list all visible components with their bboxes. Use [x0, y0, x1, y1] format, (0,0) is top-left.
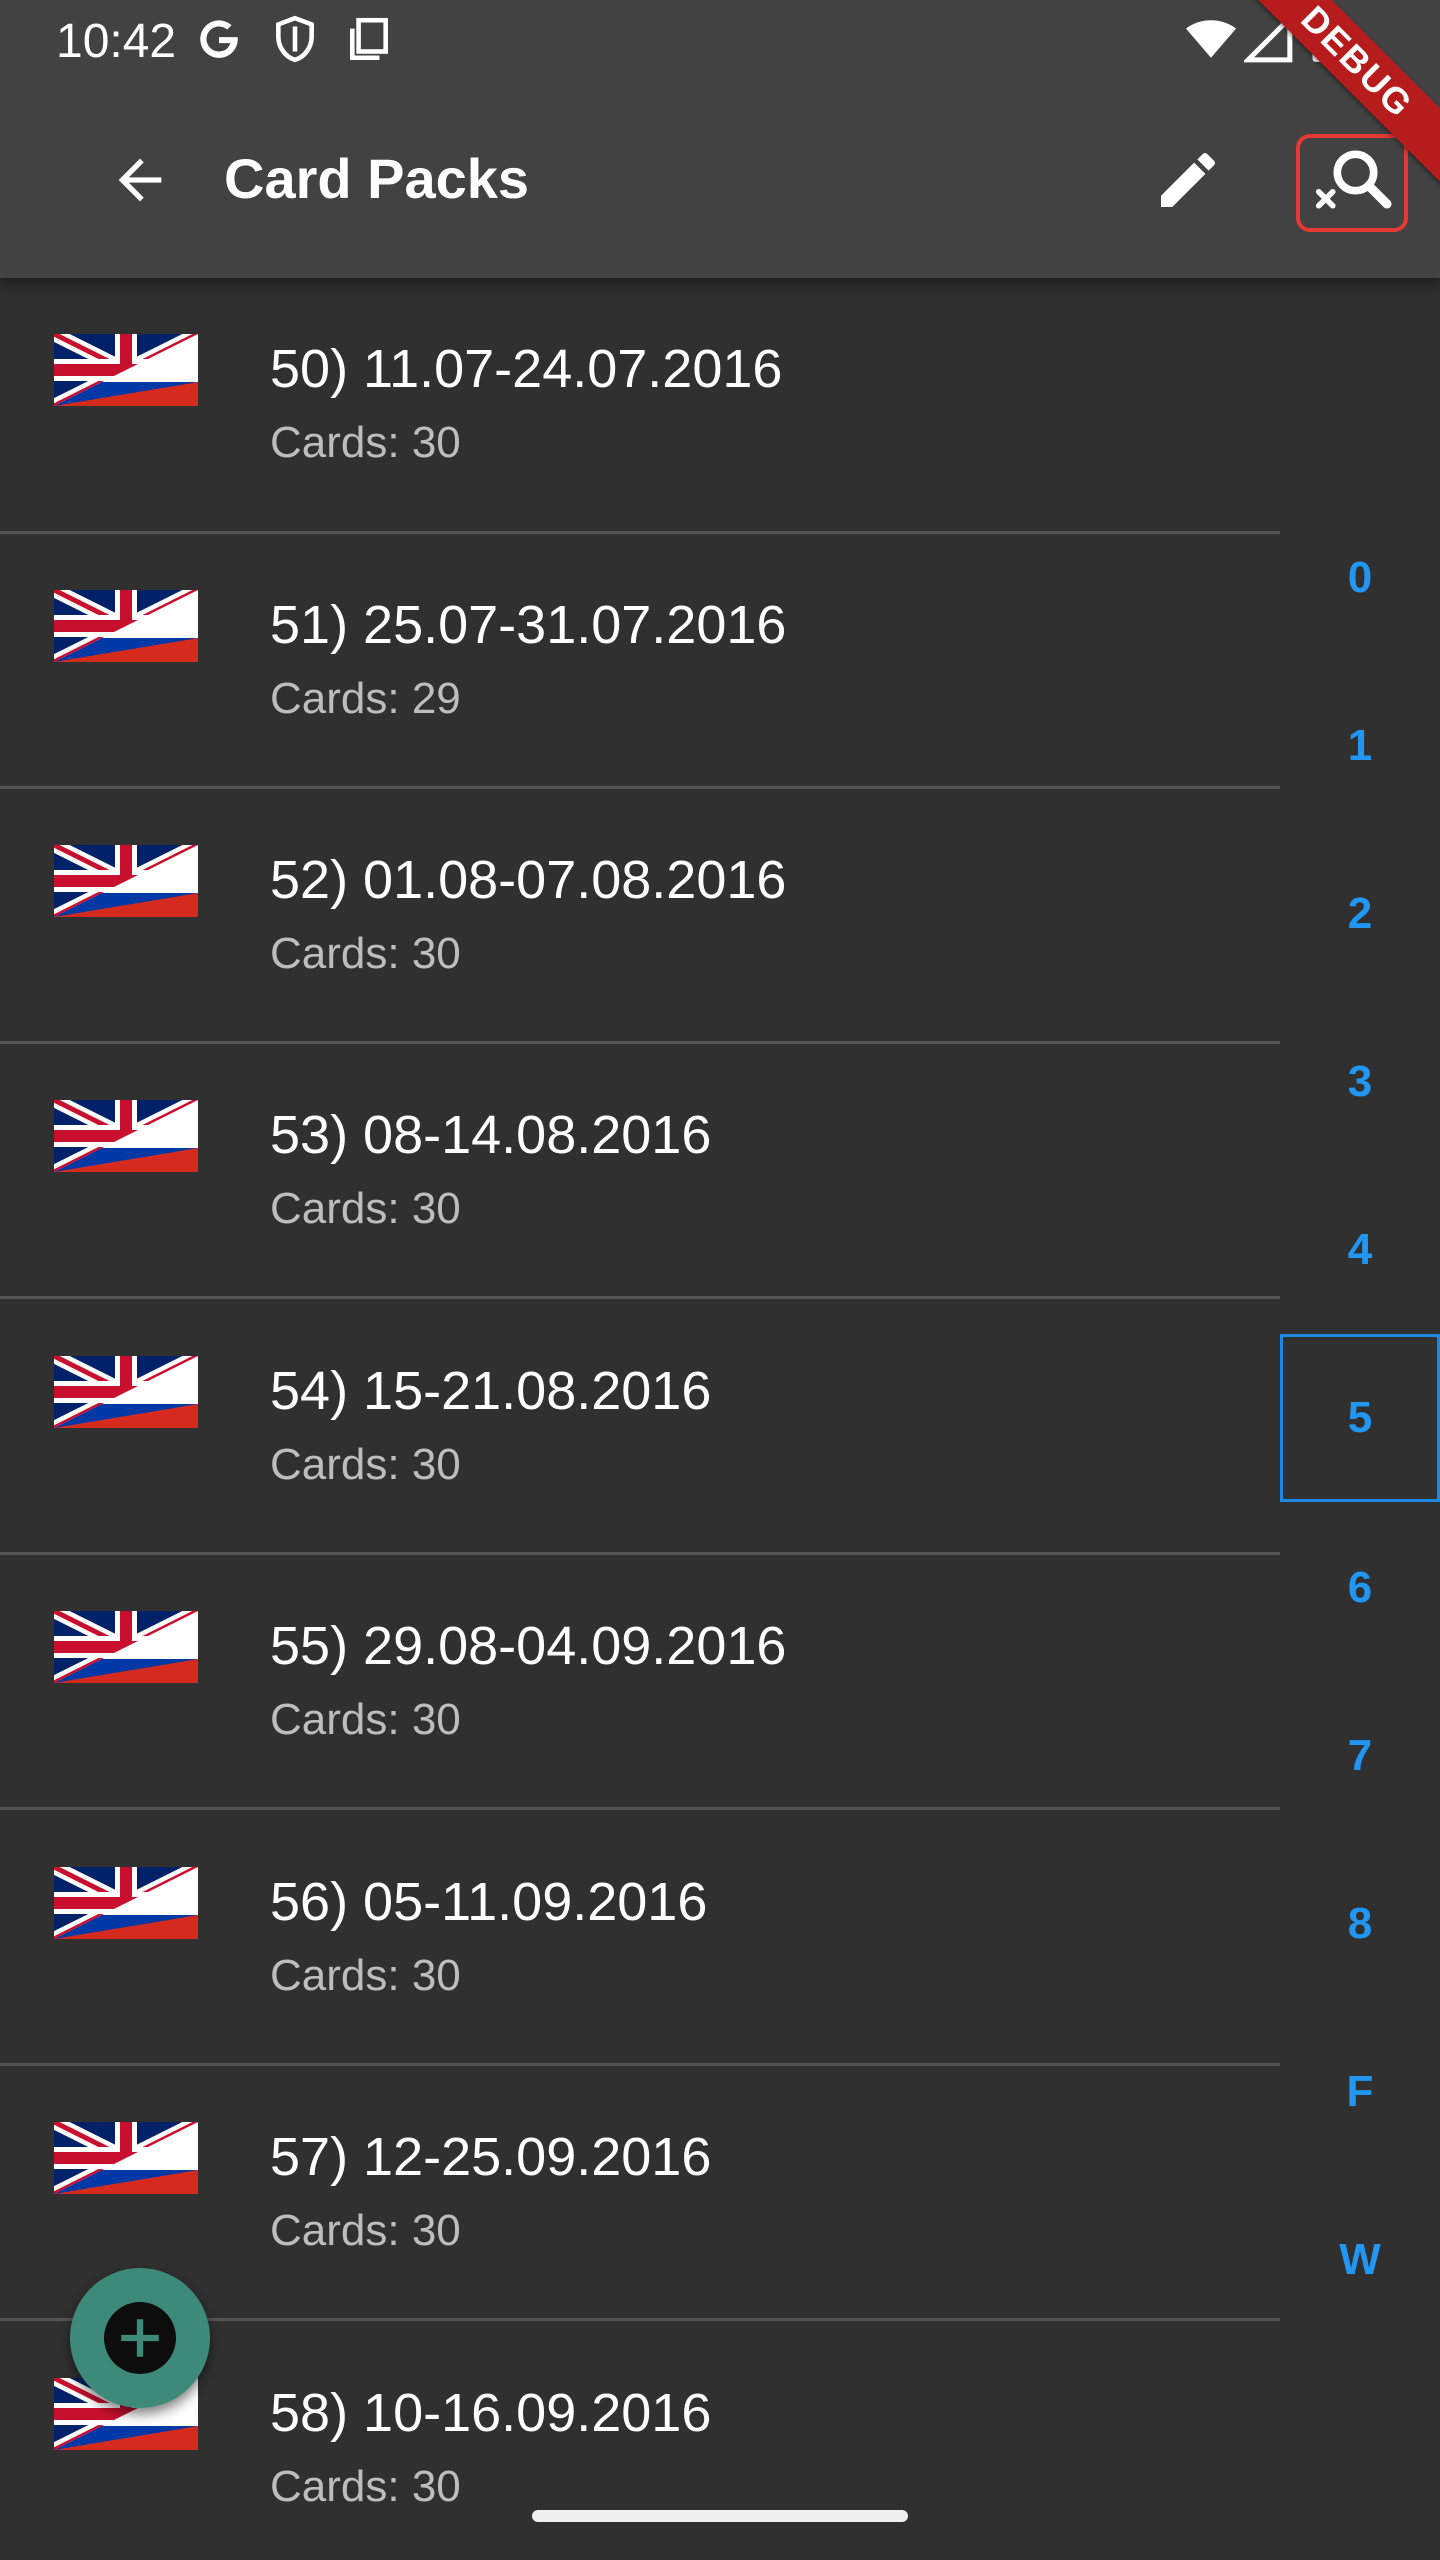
pack-card-count: Cards: 30	[270, 2206, 461, 2255]
flag-en-ru-icon	[54, 845, 198, 917]
pack-title: 57) 12-25.09.2016	[270, 2127, 712, 2187]
list-item[interactable]: 55) 29.08-04.09.2016 Cards: 30	[0, 1555, 1280, 1810]
list-item[interactable]: 54) 15-21.08.2016 Cards: 30	[0, 1300, 1280, 1555]
pencil-icon	[1161, 152, 1215, 207]
flag-en-ru-icon	[54, 2122, 198, 2194]
index-rail-item[interactable]: 3	[1280, 998, 1440, 1166]
index-rail-item[interactable]: 7	[1280, 1672, 1440, 1840]
index-rail-item[interactable]: 4	[1280, 1166, 1440, 1334]
back-button[interactable]	[96, 136, 184, 224]
list-item[interactable]: 50) 11.07-24.07.2016 Cards: 30	[0, 278, 1280, 534]
flag-en-ru-icon	[54, 590, 198, 662]
wifi-icon	[1186, 20, 1236, 58]
pack-title: 54) 15-21.08.2016	[270, 1361, 712, 1421]
google-g-icon	[200, 20, 239, 58]
app-bar: Card Packs	[0, 84, 1440, 278]
search-off-icon	[1315, 150, 1392, 209]
index-rail-item[interactable]: 1	[1280, 662, 1440, 830]
pack-card-count: Cards: 30	[270, 929, 461, 978]
home-indicator[interactable]	[532, 2510, 908, 2522]
pack-card-count: Cards: 30	[270, 2462, 461, 2511]
add-pack-button[interactable]	[70, 2268, 210, 2408]
pack-card-count: Cards: 30	[270, 1184, 461, 1233]
index-rail-item[interactable]: 8	[1280, 1840, 1440, 2008]
pack-card-count: Cards: 30	[270, 418, 461, 467]
status-bar: 10:42	[0, 0, 1440, 84]
status-time: 10:42	[56, 15, 177, 68]
pack-title: 56) 05-11.09.2016	[270, 1872, 708, 1932]
pack-title: 50) 11.07-24.07.2016	[270, 339, 783, 399]
pack-card-count: Cards: 30	[270, 1440, 461, 1489]
index-rail: 012345678FW	[1280, 494, 1440, 2354]
top-bar: 10:42 Card Packs	[0, 0, 1440, 278]
edit-button[interactable]	[1142, 134, 1234, 226]
list-item[interactable]: 57) 12-25.09.2016 Cards: 30	[0, 2066, 1280, 2321]
pack-title: 52) 01.08-07.08.2016	[270, 850, 787, 910]
list-item[interactable]: 52) 01.08-07.08.2016 Cards: 30	[0, 789, 1280, 1044]
search-clear-button[interactable]	[1296, 134, 1408, 232]
card-pack-list: 50) 11.07-24.07.2016 Cards: 30 51) 25.07-3…	[0, 0, 1280, 2560]
index-rail-item[interactable]: 2	[1280, 830, 1440, 998]
list-item[interactable]: 51) 25.07-31.07.2016 Cards: 29	[0, 534, 1280, 789]
pack-title: 58) 10-16.09.2016	[270, 2383, 712, 2443]
flag-en-ru-icon	[54, 1611, 198, 1683]
index-rail-item[interactable]: 5	[1280, 1334, 1440, 1502]
index-rail-item[interactable]: F	[1280, 2008, 1440, 2176]
pack-title: 55) 29.08-04.09.2016	[270, 1616, 787, 1676]
pack-card-count: Cards: 30	[270, 1951, 461, 2000]
flag-en-ru-icon	[54, 1100, 198, 1172]
flag-en-ru-icon	[54, 1867, 198, 1939]
index-rail-item[interactable]: W	[1280, 2176, 1440, 2344]
flag-en-ru-icon	[54, 334, 198, 406]
add-icon	[104, 2302, 176, 2374]
page-title: Card Packs	[224, 147, 530, 210]
index-rail-item[interactable]: 0	[1280, 494, 1440, 662]
pack-card-count: Cards: 29	[270, 674, 461, 723]
pack-title: 53) 08-14.08.2016	[270, 1105, 712, 1165]
list-item[interactable]: 56) 05-11.09.2016 Cards: 30	[0, 1811, 1280, 2066]
pack-card-count: Cards: 30	[270, 1695, 461, 1744]
list-item[interactable]: 53) 08-14.08.2016 Cards: 30	[0, 1044, 1280, 1299]
index-rail-item[interactable]: 6	[1280, 1504, 1440, 1672]
arrow-back-icon	[118, 158, 162, 202]
flag-en-ru-icon	[54, 1356, 198, 1428]
pack-title: 51) 25.07-31.07.2016	[270, 595, 787, 655]
shield-icon	[276, 15, 314, 63]
screenshot-icon	[350, 17, 388, 61]
